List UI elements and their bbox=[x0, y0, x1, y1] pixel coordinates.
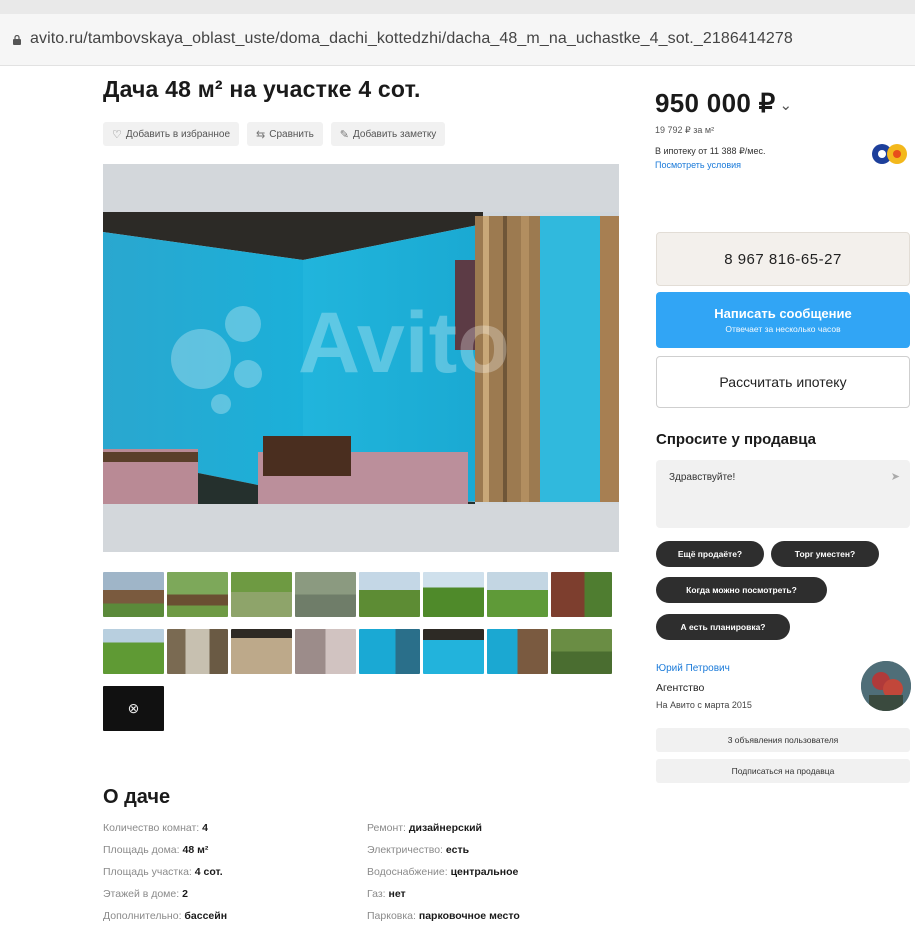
mortgage-text: В ипотеку от 11 388 ₽/мес. bbox=[655, 146, 766, 156]
seller-listings-button[interactable]: 3 объявления пользователя bbox=[656, 728, 910, 752]
mortgage-calc-button[interactable]: Рассчитать ипотеку bbox=[656, 356, 910, 408]
thumbnail[interactable] bbox=[295, 572, 356, 617]
thumbnail[interactable] bbox=[487, 629, 548, 674]
compare-button[interactable]: ⇆ Сравнить bbox=[247, 122, 323, 146]
listing-actions: ♡ Добавить в избранное ⇆ Сравнить ✎ Доба… bbox=[103, 122, 446, 146]
thumbnail[interactable] bbox=[423, 572, 484, 617]
quick-question-chip[interactable]: Когда можно посмотреть? bbox=[656, 577, 827, 603]
write-message-label: Написать сообщение bbox=[714, 306, 852, 321]
bank-logo-icon bbox=[872, 144, 907, 164]
thumbnail[interactable] bbox=[551, 629, 612, 674]
ask-seller-input[interactable]: Здравствуйте! ➤ bbox=[656, 460, 910, 528]
thumbnail[interactable] bbox=[295, 629, 356, 674]
response-time-label: Отвечает за несколько часов bbox=[725, 324, 841, 334]
compare-icon: ⇆ bbox=[256, 128, 266, 141]
compare-label: Сравнить bbox=[269, 128, 314, 140]
param-floors: Этажей в доме: 2 bbox=[103, 888, 188, 900]
quick-question-chip[interactable]: А есть планировка? bbox=[656, 614, 790, 640]
seller-avatar[interactable] bbox=[861, 661, 911, 711]
add-favorite-label: Добавить в избранное bbox=[125, 128, 231, 140]
thumbnail[interactable] bbox=[167, 572, 228, 617]
param-renovation: Ремонт: дизайнерский bbox=[367, 822, 482, 834]
thumbnail[interactable] bbox=[423, 629, 484, 674]
quick-question-chip[interactable]: Торг уместен? bbox=[771, 541, 879, 567]
main-photo[interactable]: Avito bbox=[103, 164, 619, 552]
ask-seller-title: Спросите у продавца bbox=[656, 431, 816, 448]
lock-icon bbox=[13, 35, 21, 45]
price-value: 950 000 ₽ bbox=[655, 88, 776, 118]
add-favorite-button[interactable]: ♡ Добавить в избранное bbox=[103, 122, 240, 146]
phone-label: 8 967 816-65-27 bbox=[724, 250, 842, 268]
add-note-label: Добавить заметку bbox=[353, 128, 437, 140]
send-icon[interactable]: ➤ bbox=[891, 470, 900, 483]
play-icon: ⊗ bbox=[127, 700, 140, 716]
thumbnail[interactable] bbox=[103, 629, 164, 674]
param-extra: Дополнительно: бассейн bbox=[103, 910, 228, 922]
param-parking: Парковка: парковочное место bbox=[367, 910, 520, 922]
about-title: О даче bbox=[103, 786, 171, 808]
thumbnail[interactable] bbox=[167, 629, 228, 674]
browser-url-bar[interactable]: avito.ru/tambovskaya_oblast_uste/doma_da… bbox=[0, 0, 915, 66]
note-icon: ✎ bbox=[339, 128, 350, 141]
heart-icon: ♡ bbox=[112, 128, 122, 141]
thumbnail[interactable] bbox=[103, 572, 164, 617]
video-thumbnail[interactable]: ⊗ bbox=[103, 686, 164, 731]
param-water: Водоснабжение: центральное bbox=[367, 866, 519, 878]
photo-watermark: Avito bbox=[298, 295, 510, 391]
seller-name-link[interactable]: Юрий Петрович bbox=[656, 663, 730, 674]
quick-question-chip[interactable]: Ещё продаёте? bbox=[656, 541, 764, 567]
param-gas: Газ: нет bbox=[367, 888, 406, 900]
url-text[interactable]: avito.ru/tambovskaya_oblast_uste/doma_da… bbox=[30, 30, 793, 48]
listing-title: Дача 48 м² на участке 4 сот. bbox=[103, 76, 421, 102]
thumbnail[interactable] bbox=[487, 572, 548, 617]
thumbnail[interactable] bbox=[359, 572, 420, 617]
subscribe-seller-button[interactable]: Подписаться на продавца bbox=[656, 759, 910, 783]
thumbnail[interactable] bbox=[359, 629, 420, 674]
show-phone-button[interactable]: 8 967 816-65-27 bbox=[656, 232, 910, 286]
write-message-button[interactable]: Написать сообщение Отвечает за несколько… bbox=[656, 292, 910, 348]
param-land-area: Площадь участка: 4 сот. bbox=[103, 866, 223, 878]
param-electricity: Электричество: есть bbox=[367, 844, 470, 856]
thumbnail[interactable] bbox=[551, 572, 612, 617]
ask-input-text: Здравствуйте! bbox=[669, 472, 736, 483]
thumbnail[interactable] bbox=[231, 572, 292, 617]
add-note-button[interactable]: ✎ Добавить заметку bbox=[330, 122, 446, 146]
seller-type: Агентство bbox=[656, 682, 705, 694]
photo-thumbnails: ⊗ bbox=[103, 572, 615, 743]
seller-since: На Авито с марта 2015 bbox=[656, 700, 752, 710]
thumbnail[interactable] bbox=[231, 629, 292, 674]
avatar-image bbox=[861, 661, 911, 711]
browser-tab-strip bbox=[0, 0, 915, 14]
param-rooms: Количество комнат: 4 bbox=[103, 822, 208, 834]
chevron-down-icon[interactable]: ⌄ bbox=[779, 97, 792, 114]
param-house-area: Площадь дома: 48 м² bbox=[103, 844, 209, 856]
price[interactable]: 950 000 ₽ ⌄ bbox=[655, 88, 792, 119]
mortgage-conditions-link[interactable]: Посмотреть условия bbox=[655, 160, 741, 170]
mortgage-calc-label: Рассчитать ипотеку bbox=[719, 374, 847, 390]
price-per-m2: 19 792 ₽ за м² bbox=[655, 125, 715, 135]
